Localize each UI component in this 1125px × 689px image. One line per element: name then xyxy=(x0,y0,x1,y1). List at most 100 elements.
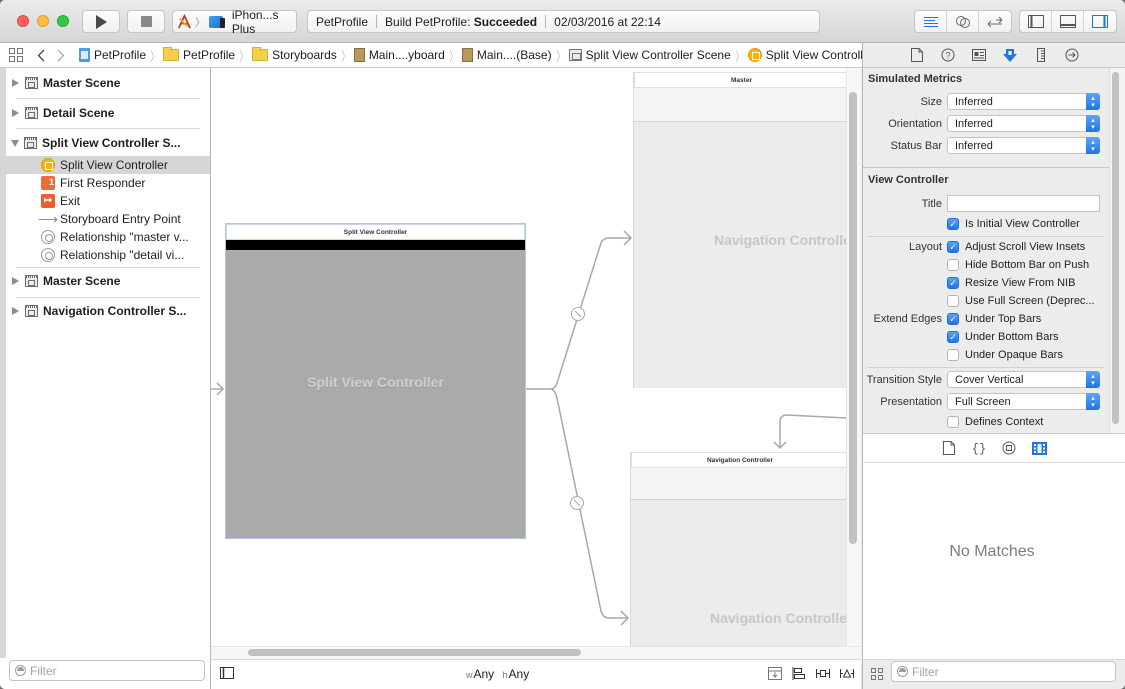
inspector-scrollbar[interactable] xyxy=(1112,72,1119,424)
standard-editor-button[interactable] xyxy=(915,11,947,32)
outline-item-master-scene-2[interactable]: Master Scene xyxy=(0,272,210,290)
tab-size-inspector[interactable] xyxy=(1033,47,1049,63)
breadcrumb-storyboards-folder[interactable]: Storyboards xyxy=(252,47,337,62)
resolve-issues-button[interactable] xyxy=(840,666,854,680)
resize-view-from-nib-checkbox[interactable]: ✓ Resize View From NIB xyxy=(947,276,1075,290)
breadcrumb-storyboard-file[interactable]: Main....yboard xyxy=(353,48,445,62)
tab-connections-inspector[interactable] xyxy=(1064,47,1080,63)
question-icon: ? xyxy=(941,48,954,62)
library-content: No Matches xyxy=(862,463,1125,659)
editor-mode-control xyxy=(914,10,1012,33)
tab-object-library[interactable] xyxy=(1001,440,1017,456)
split-view-controller-scene[interactable]: Split View Controller Split View Control… xyxy=(225,223,526,539)
use-full-screen-checkbox[interactable]: Use Full Screen (Deprec... xyxy=(947,294,1095,308)
grid-view-toggle-icon[interactable] xyxy=(871,668,883,680)
align-button[interactable] xyxy=(792,666,806,680)
stop-icon xyxy=(140,16,152,27)
hide-bottom-bar-on-push-checkbox[interactable]: Hide Bottom Bar on Push xyxy=(947,258,1089,272)
presentation-select[interactable]: Full Screen ▴ ▾ xyxy=(947,393,1100,410)
outline-item-exit[interactable]: ↦ Exit xyxy=(0,192,210,210)
tab-attributes-inspector[interactable] xyxy=(1002,47,1018,63)
toggle-navigator-button[interactable] xyxy=(1020,11,1052,32)
stepper-arrows-icon: ▴ ▾ xyxy=(1086,93,1100,110)
embed-in-stack-button[interactable] xyxy=(768,666,782,680)
vertical-scrollbar[interactable] xyxy=(849,92,857,544)
tab-file-inspector[interactable] xyxy=(909,47,925,63)
size-label: Size xyxy=(920,96,942,108)
outline-item-detail-scene[interactable]: Detail Scene xyxy=(0,104,210,122)
segue-line-nav xyxy=(773,414,847,450)
outline-item-split-view-controller-scene[interactable]: Split View Controller S... xyxy=(0,134,210,152)
stepper-arrows-icon: ▴ ▾ xyxy=(1086,371,1100,388)
disclosure-triangle-icon[interactable] xyxy=(12,307,19,315)
storyboard-file-icon xyxy=(461,48,473,62)
breadcrumb-group[interactable]: PetProfile xyxy=(163,47,235,62)
library-filter-input[interactable]: Filter xyxy=(891,661,1116,682)
pin-button[interactable] xyxy=(816,666,830,680)
orientation-select[interactable]: Inferred ▴ ▾ xyxy=(947,115,1100,132)
outline-item-split-view-controller[interactable]: Split View Controller xyxy=(0,156,210,174)
relationship-badge-master xyxy=(571,307,585,321)
scheme-selector[interactable]: 〉 iPhon...s Plus xyxy=(172,8,297,36)
master-navigation-controller-scene[interactable]: Master Navigation Controlle xyxy=(633,72,851,388)
breadcrumb-project[interactable]: PetProfile xyxy=(79,48,146,62)
close-window-button[interactable] xyxy=(17,15,29,27)
disclosure-triangle-icon[interactable] xyxy=(12,109,19,117)
outline-filter-input[interactable]: Filter xyxy=(9,660,205,681)
tab-file-template-library[interactable] xyxy=(941,440,957,456)
related-items-button[interactable] xyxy=(9,48,23,62)
checkbox-checked-icon: ✓ xyxy=(947,313,959,325)
is-initial-view-controller-checkbox[interactable]: ✓ Is Initial View Controller xyxy=(947,217,1080,231)
chevron-right-icon xyxy=(57,49,65,61)
tab-quick-help[interactable]: ? xyxy=(940,47,956,63)
under-top-bars-checkbox[interactable]: ✓ Under Top Bars xyxy=(947,312,1041,326)
disclosure-triangle-icon[interactable] xyxy=(12,79,19,87)
braces-icon: {} xyxy=(972,442,986,455)
toggle-utilities-button[interactable] xyxy=(1084,11,1116,32)
version-editor-button[interactable] xyxy=(979,11,1011,32)
outline-item-relationship-master[interactable]: Relationship "master v... xyxy=(0,228,210,246)
size-select[interactable]: Inferred ▴ ▾ xyxy=(947,93,1100,110)
presentation-label: Presentation xyxy=(880,396,942,408)
grid-icon xyxy=(9,48,23,62)
detail-navigation-controller-scene[interactable]: Navigation Controller Navigation Control… xyxy=(630,452,849,646)
disclosure-triangle-icon[interactable] xyxy=(11,139,19,147)
stop-button[interactable] xyxy=(127,10,165,33)
breadcrumb-storyboard-base[interactable]: Main....(Base) xyxy=(461,48,552,62)
zoom-window-button[interactable] xyxy=(57,15,69,27)
divider xyxy=(16,128,200,129)
horizontal-scrollbar[interactable] xyxy=(248,649,581,656)
breadcrumb-scene[interactable]: Split View Controller Scene xyxy=(568,48,731,62)
breadcrumb-split-view-controller[interactable]: Split View Controller xyxy=(747,48,874,62)
outline-item-first-responder[interactable]: First Responder xyxy=(0,174,210,192)
transition-style-select[interactable]: Cover Vertical ▴ ▾ xyxy=(947,371,1100,388)
under-bottom-bars-checkbox[interactable]: ✓ Under Bottom Bars xyxy=(947,330,1059,344)
back-button[interactable] xyxy=(37,49,45,62)
scene-watermark: Navigation Controlle xyxy=(714,232,851,248)
auto-layout-controls xyxy=(768,666,854,680)
adjust-scroll-view-insets-checkbox[interactable]: ✓ Adjust Scroll View Insets xyxy=(947,240,1085,254)
outline-item-navigation-controller-scene[interactable]: Navigation Controller S... xyxy=(0,302,210,320)
under-opaque-bars-checkbox[interactable]: Under Opaque Bars xyxy=(947,348,1063,362)
outline-item-storyboard-entry-point[interactable]: ⟶ Storyboard Entry Point xyxy=(0,210,210,228)
defines-context-checkbox[interactable]: Defines Context xyxy=(947,415,1043,429)
scene-icon xyxy=(25,77,38,89)
forward-button[interactable] xyxy=(57,49,65,62)
size-class-selector[interactable]: wAny hAny xyxy=(466,667,529,681)
minimize-window-button[interactable] xyxy=(37,15,49,27)
toggle-outline-button[interactable] xyxy=(220,667,234,682)
status-bar-select[interactable]: Inferred ▴ ▾ xyxy=(947,137,1100,154)
run-button[interactable] xyxy=(82,10,120,33)
assistant-editor-button[interactable] xyxy=(947,11,979,32)
disclosure-triangle-icon[interactable] xyxy=(12,277,19,285)
tab-code-snippet-library[interactable]: {} xyxy=(971,440,987,456)
tab-media-library[interactable] xyxy=(1031,440,1047,456)
toggle-debug-area-button[interactable] xyxy=(1052,11,1084,32)
checkbox-unchecked-icon xyxy=(947,416,959,428)
tab-identity-inspector[interactable] xyxy=(971,47,987,63)
storyboard-canvas[interactable]: Split View Controller Split View Control… xyxy=(211,68,861,646)
outline-item-relationship-detail[interactable]: Relationship "detail vi... xyxy=(0,246,210,264)
outline-item-master-scene[interactable]: Master Scene xyxy=(0,74,210,92)
breadcrumb-separator-icon: 〉 xyxy=(150,48,159,64)
title-input[interactable] xyxy=(947,195,1100,212)
